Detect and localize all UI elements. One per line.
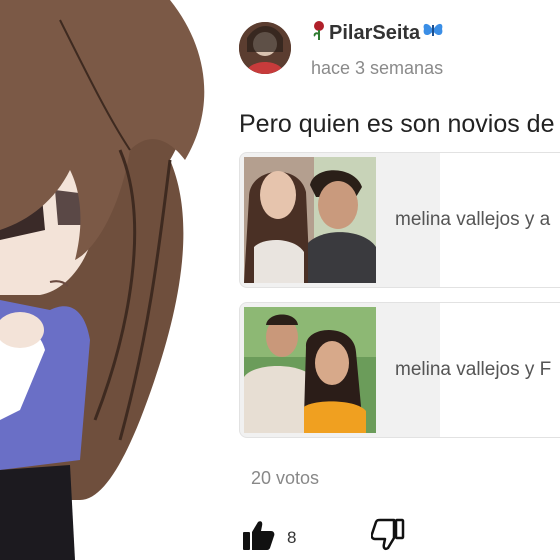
post-card: PilarSeita hace 3 semanas Pero quien es … bbox=[225, 0, 560, 560]
poll-option-1-image bbox=[244, 157, 376, 283]
butterfly-icon bbox=[422, 21, 444, 45]
like-count: 8 bbox=[287, 528, 297, 547]
avatar[interactable] bbox=[239, 22, 291, 74]
thumbs-down-icon[interactable] bbox=[370, 518, 405, 552]
poll-question: Pero quien es son novios de bbox=[239, 110, 555, 138]
post-timestamp: hace 3 semanas bbox=[311, 58, 444, 78]
poll-option-1[interactable]: melina vallejos y a bbox=[239, 152, 560, 288]
rose-icon bbox=[311, 20, 327, 46]
vote-count: 20 votos bbox=[251, 468, 320, 488]
username-text: PilarSeita bbox=[329, 21, 421, 44]
poll-option-2-image bbox=[244, 307, 376, 433]
character-illustration bbox=[0, 0, 225, 560]
poll-option-1-label: melina vallejos y a bbox=[395, 209, 551, 230]
thumbs-up-icon[interactable] bbox=[241, 518, 275, 552]
poll-option-2-label: melina vallejos y F bbox=[395, 359, 552, 380]
poll-option-2[interactable]: melina vallejos y F bbox=[239, 302, 560, 438]
username[interactable]: PilarSeita bbox=[311, 20, 444, 46]
